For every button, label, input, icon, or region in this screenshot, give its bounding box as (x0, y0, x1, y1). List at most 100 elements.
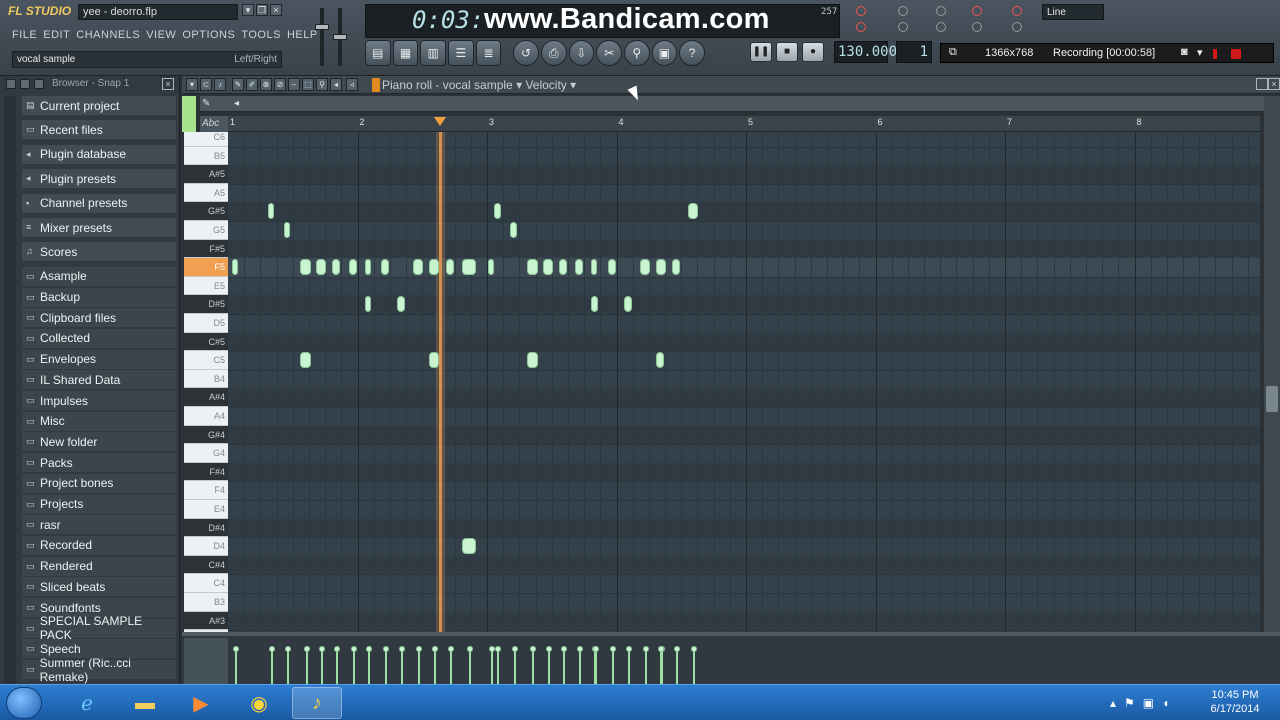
browser-item[interactable]: ▭ IL Shared Data (22, 370, 176, 390)
note[interactable] (656, 259, 666, 276)
stop-rec-icon[interactable] (1231, 49, 1241, 59)
menu-edit[interactable]: EDIT (43, 27, 70, 45)
velocity-handle[interactable] (350, 646, 357, 652)
file-explorer-icon[interactable]: ▬ (120, 687, 170, 719)
pr-tool-icon[interactable]: ♪ (214, 78, 226, 91)
velocity-stem[interactable] (594, 650, 597, 684)
scroll-left-icon[interactable]: ◂ (234, 98, 239, 109)
velocity-stem[interactable] (579, 650, 582, 684)
pr-menu-icon[interactable]: ▾ (186, 78, 198, 91)
velocity-stem[interactable] (305, 650, 308, 684)
browser-item[interactable]: ▭ Summer (Ric..cci Remake) (22, 656, 176, 684)
zoom-icon[interactable]: ⚲ (623, 40, 650, 66)
piano-key[interactable]: C6 (184, 132, 228, 147)
volume-icon[interactable]: ◖ (1162, 696, 1169, 710)
browser-menu-icon[interactable] (6, 79, 16, 89)
toggle-dot-icon[interactable] (856, 22, 866, 32)
piano-key[interactable]: F5 (184, 258, 228, 277)
velocity-stem[interactable] (490, 650, 493, 684)
velocity-handle[interactable] (303, 646, 310, 652)
media-player-icon[interactable]: ▶ (176, 687, 226, 719)
browser-item[interactable]: ▭ Backup (22, 287, 176, 307)
piano-roll-target[interactable]: Velocity (525, 78, 566, 92)
velocity-handle[interactable] (511, 646, 518, 652)
note[interactable] (526, 259, 538, 276)
velocity-stem[interactable] (532, 650, 535, 684)
velocity-stem[interactable] (321, 650, 324, 684)
piano-key[interactable]: C#4 (184, 555, 228, 575)
velocity-stem[interactable] (418, 650, 421, 684)
velocity-stem[interactable] (287, 650, 290, 684)
note[interactable] (283, 222, 291, 238)
restore-icon[interactable]: ❐ (256, 4, 268, 16)
cut-icon[interactable]: ✂ (596, 40, 622, 66)
playlist-icon[interactable]: ▤ (365, 40, 391, 66)
velocity-handle[interactable] (233, 646, 239, 652)
close-icon[interactable]: × (162, 78, 174, 90)
note[interactable] (487, 259, 494, 276)
toggle-dot-icon[interactable] (936, 22, 946, 32)
browser-item[interactable]: ▭ Misc (22, 411, 176, 431)
pr-pencil-small-icon[interactable]: ✎ (202, 98, 210, 109)
pause-button[interactable]: ❚❚ (750, 42, 772, 62)
velocity-stem[interactable] (660, 650, 663, 684)
note[interactable] (494, 203, 501, 220)
velocity-handle[interactable] (674, 646, 681, 652)
tempo-display[interactable]: 130.000 (834, 41, 897, 63)
velocity-handle[interactable] (577, 646, 584, 652)
note[interactable] (267, 203, 275, 220)
browser-item[interactable]: ▭ Envelopes (22, 349, 176, 369)
velocity-stem[interactable] (469, 650, 472, 684)
browser-item[interactable]: ▭ Project bones (22, 473, 176, 493)
toggle-dot-icon[interactable] (1012, 22, 1022, 32)
piano-key[interactable]: C4 (184, 574, 228, 593)
piano-key[interactable]: B4 (184, 369, 228, 389)
note[interactable] (461, 259, 477, 276)
piano-key[interactable]: G#5 (184, 202, 228, 221)
piano-key[interactable]: D5 (184, 314, 228, 333)
note[interactable] (510, 222, 517, 238)
velocity-handle[interactable] (691, 646, 698, 652)
velocity-stem[interactable] (563, 650, 566, 684)
note[interactable] (607, 259, 616, 276)
toggle-dot-icon[interactable] (856, 6, 866, 16)
fl-studio-taskbar-icon[interactable]: ♪ (292, 687, 342, 719)
help-icon[interactable]: ? (679, 40, 705, 66)
note[interactable] (364, 259, 371, 276)
piano-key[interactable]: A#4 (184, 388, 228, 407)
piano-key[interactable]: F#4 (184, 462, 228, 482)
velocity-handle[interactable] (399, 646, 406, 652)
start-button[interactable] (6, 687, 42, 719)
browser-item[interactable]: ▭ Recorded (22, 535, 176, 555)
browser-item[interactable]: ◂ Plugin presets (22, 169, 176, 189)
browser-item[interactable]: ▭ Projects (22, 494, 176, 514)
piano-key[interactable]: E5 (184, 276, 228, 296)
piano-key[interactable]: C#5 (184, 332, 228, 352)
chrome-icon[interactable]: ◉ (234, 687, 284, 719)
piano-key[interactable]: F#5 (184, 239, 228, 259)
note[interactable] (429, 352, 440, 369)
menu-file[interactable]: FILE (12, 27, 37, 45)
piano-roll-title[interactable]: Piano roll - vocal sample (382, 78, 513, 92)
browser-back-icon[interactable] (20, 79, 30, 89)
horizontal-scrollbar[interactable]: ✎ ◂ ▸ (200, 96, 1280, 112)
velocity-handle[interactable] (642, 646, 649, 652)
slice-icon[interactable]: ⎯ (288, 78, 300, 91)
note[interactable] (364, 296, 372, 313)
piano-key[interactable]: F4 (184, 481, 228, 500)
piano-key[interactable]: G4 (184, 444, 228, 463)
velocity-stem[interactable] (547, 650, 550, 684)
velocity-handle[interactable] (432, 646, 439, 652)
browser-icon[interactable]: ☰ (448, 40, 474, 66)
note[interactable] (526, 352, 538, 369)
mute-icon[interactable]: ⊘ (274, 78, 286, 91)
velocity-handle[interactable] (545, 646, 552, 652)
note[interactable] (688, 203, 699, 220)
piano-key[interactable]: G#4 (184, 425, 228, 445)
note[interactable] (542, 259, 553, 276)
note[interactable] (591, 296, 598, 313)
browser-collapse-icon[interactable] (34, 79, 44, 89)
velocity-stem[interactable] (644, 650, 647, 684)
browser-item[interactable]: ▭ Clipboard files (22, 308, 176, 328)
tray-arrow-icon[interactable]: ▴ (1110, 696, 1116, 710)
